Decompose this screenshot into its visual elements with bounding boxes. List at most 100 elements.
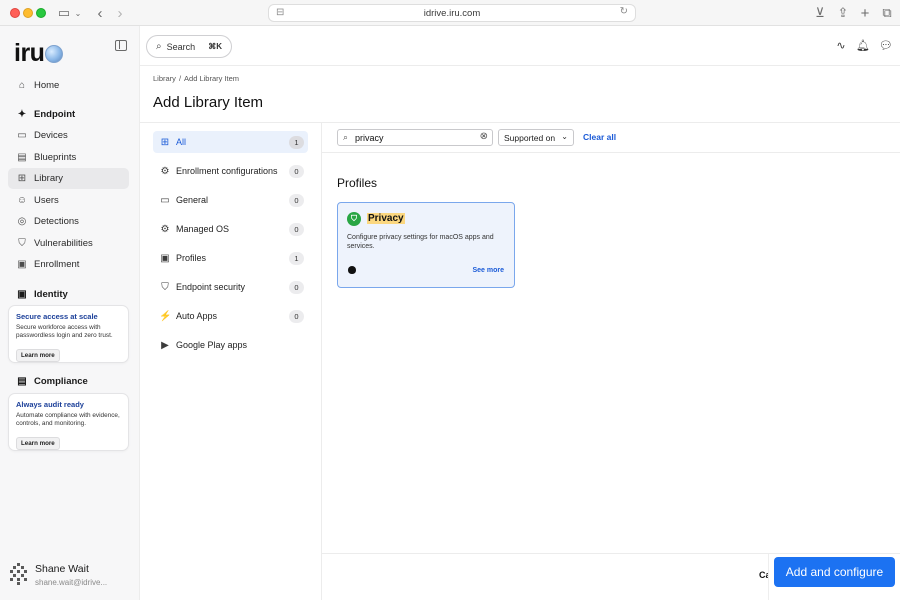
sidebar-item-library[interactable]: ⊞ Library	[8, 168, 129, 189]
category-label: All	[176, 137, 187, 147]
close-window-button[interactable]	[10, 8, 20, 18]
filter-bar: ⌕ ⊗ Supported on ⌄ Clear all	[322, 122, 900, 153]
section-label: Identity	[34, 289, 68, 300]
category-general[interactable]: ▭ General 0	[153, 189, 308, 211]
chevron-down-icon[interactable]: ⌄	[74, 4, 82, 22]
home-icon: ⌂	[18, 80, 26, 91]
profiles-folder-icon: ▣	[160, 252, 170, 264]
library-search-input[interactable]	[355, 131, 475, 144]
vulnerabilities-icon: ⛉	[18, 238, 26, 249]
sidebar: iru ⌂ Home ✦ Endpoint ▭ Devices ▤ Bluepr…	[0, 26, 140, 600]
sidebar-item-label: Home	[34, 80, 60, 91]
sidebar-item-blueprints[interactable]: ▤ Blueprints	[8, 147, 129, 168]
notifications-icon[interactable]: 🔔︎	[856, 39, 870, 52]
chat-icon[interactable]: 💬︎	[879, 39, 893, 52]
detections-icon: ◎	[17, 216, 27, 227]
category-label: Auto Apps	[176, 311, 218, 321]
search-label: Search	[166, 41, 196, 52]
library-item-card-privacy[interactable]: ⛉ Privacy Configure privacy settings for…	[337, 202, 515, 288]
promo-body: Automate compliance with evidence, contr…	[16, 412, 120, 428]
app-topbar: ⌕ Search ⌘K ∿ 🔔︎ 💬︎	[140, 26, 900, 66]
managed-os-icon: ⚙	[160, 223, 170, 235]
users-icon: ☺	[16, 195, 28, 206]
category-count: 0	[289, 193, 304, 207]
enrollment-config-icon: ⚙	[160, 165, 170, 177]
identity-learn-more-button[interactable]: Learn more	[16, 348, 60, 362]
minimize-window-button[interactable]	[23, 8, 33, 18]
see-more-link[interactable]: See more	[472, 267, 504, 274]
category-count: 1	[289, 251, 304, 265]
sidebar-item-label: Vulnerabilities	[34, 238, 93, 249]
chevron-down-icon: ⌄	[561, 132, 568, 141]
category-auto-apps[interactable]: ⚡ Auto Apps 0	[153, 305, 308, 327]
promo-body: Secure workforce access with passwordles…	[16, 324, 113, 340]
page-settings-icon[interactable]: ⊟	[276, 7, 284, 18]
category-label: Enrollment configurations	[176, 166, 278, 176]
privacy-shield-icon: ⛉	[347, 212, 361, 226]
add-and-configure-button[interactable]: Add and configure	[774, 557, 895, 587]
sidebar-item-label: Library	[34, 173, 64, 184]
category-all[interactable]: ⊞ All 1	[153, 131, 308, 153]
tab-overview-icon[interactable]: ⧉	[880, 4, 894, 22]
library-icon: ⊞	[17, 173, 27, 184]
category-enrollment-configurations[interactable]: ⚙ Enrollment configurations 0	[153, 160, 308, 182]
compliance-promo-card: Always audit ready Automate compliance w…	[8, 393, 129, 451]
category-count: 0	[289, 222, 304, 236]
card-title: Privacy	[367, 213, 405, 224]
folder-icon: ▭	[160, 194, 170, 206]
section-title-profiles: Profiles	[337, 176, 378, 190]
shield-icon: ⛉	[161, 281, 169, 293]
search-icon: ⌕	[156, 41, 162, 52]
page-title: Add Library Item	[153, 94, 264, 111]
sidebar-item-devices[interactable]: ▭ Devices	[8, 125, 129, 146]
logo-text: iru	[14, 39, 45, 67]
fullscreen-window-button[interactable]	[36, 8, 46, 18]
footer-actions: Ca Add and configure	[322, 553, 900, 600]
category-google-play-apps[interactable]: ▶ Google Play apps	[153, 334, 308, 356]
sidebar-toggle-icon[interactable]: ▭	[56, 4, 72, 22]
clear-all-link[interactable]: Clear all	[583, 132, 616, 142]
promo-title: Always audit ready	[16, 400, 84, 409]
sidebar-item-home[interactable]: ⌂ Home	[8, 75, 129, 96]
download-icon[interactable]: ⊻	[813, 4, 827, 22]
sidebar-item-detections[interactable]: ◎ Detections	[8, 211, 129, 232]
promo-title: Secure access at scale	[16, 312, 98, 321]
sidebar-item-label: Detections	[34, 216, 79, 227]
new-tab-icon[interactable]: +	[858, 4, 872, 22]
section-compliance: ▤ Compliance	[16, 376, 88, 387]
global-search-button[interactable]: ⌕ Search ⌘K	[146, 35, 232, 58]
share-icon[interactable]: ⇪	[836, 4, 850, 22]
section-label: Endpoint	[34, 109, 76, 120]
category-endpoint-security[interactable]: ⛉ Endpoint security 0	[153, 276, 308, 298]
user-profile[interactable]: Shane Wait shane.wait@idrive...	[10, 561, 135, 591]
sidebar-item-label: Devices	[34, 130, 68, 141]
category-count: 0	[289, 164, 304, 178]
activity-icon[interactable]: ∿	[834, 39, 848, 52]
blueprints-icon: ▤	[17, 152, 27, 163]
auto-apps-icon: ⚡	[159, 310, 172, 322]
category-label: General	[176, 195, 209, 205]
sidebar-item-enrollment[interactable]: ▣ Enrollment	[8, 254, 129, 275]
url-text: idrive.iru.com	[423, 7, 481, 19]
sidebar-item-vulnerabilities[interactable]: ⛉ Vulnerabilities	[8, 233, 129, 254]
enrollment-icon: ▣	[17, 259, 27, 270]
category-managed-os[interactable]: ⚙ Managed OS 0	[153, 218, 308, 240]
logo[interactable]: iru	[14, 39, 64, 68]
sidebar-item-label: Enrollment	[34, 259, 80, 270]
reload-icon[interactable]: ↻	[620, 6, 628, 17]
supported-on-select[interactable]: Supported on ⌄	[498, 129, 574, 146]
compliance-learn-more-button[interactable]: Learn more	[16, 436, 60, 450]
address-bar[interactable]: ⊟ idrive.iru.com ↻	[268, 4, 636, 22]
logo-globe-icon	[45, 44, 64, 63]
section-endpoint: ✦ Endpoint	[16, 109, 75, 120]
clear-search-icon[interactable]: ⊗	[480, 131, 488, 142]
category-label: Endpoint security	[176, 282, 246, 292]
category-profiles[interactable]: ▣ Profiles 1	[153, 247, 308, 269]
sidebar-item-users[interactable]: ☺ Users	[8, 190, 129, 211]
forward-icon[interactable]: ›	[114, 4, 126, 22]
browser-toolbar: ▭ ⌄ ‹ › ⊟ idrive.iru.com ↻ ⊻ ⇪ + ⧉	[0, 0, 900, 26]
collapse-sidebar-icon[interactable]	[115, 40, 127, 51]
back-icon[interactable]: ‹	[94, 4, 106, 22]
breadcrumb-current: Add Library Item	[184, 74, 240, 83]
breadcrumb-library-link[interactable]: Library	[153, 74, 176, 83]
